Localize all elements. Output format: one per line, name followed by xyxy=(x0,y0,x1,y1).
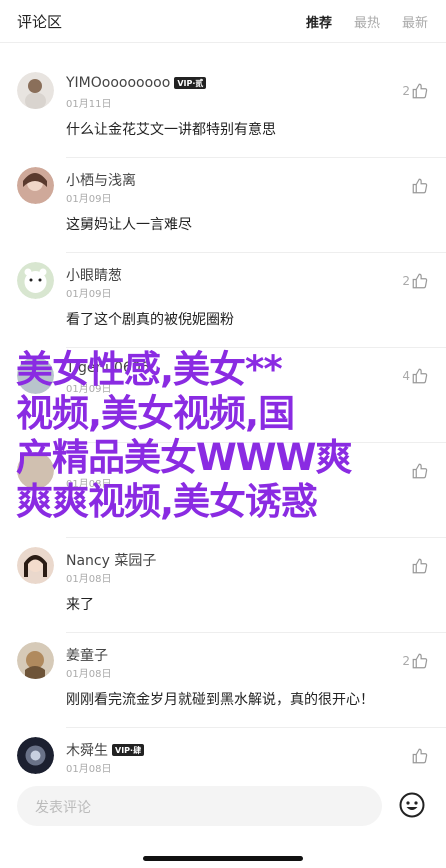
overlay-text: 美女性感,美女** 视频,美女视频,国 产精品美女WWW爽 爽爽视频,美女诱惑 xyxy=(16,348,436,524)
comment-header: 评论区 推荐 最热 最新 xyxy=(0,0,446,43)
comment-text: 什么让金花艾文一讲都特别有意思 xyxy=(66,122,276,138)
divider xyxy=(66,157,446,158)
comment-text: 来了 xyxy=(66,597,94,613)
like-count: 2 xyxy=(402,84,410,98)
thumbs-up-icon xyxy=(412,558,428,574)
like-button[interactable] xyxy=(410,557,429,575)
avatar[interactable] xyxy=(17,642,54,679)
avatar[interactable] xyxy=(17,167,54,204)
comment-input[interactable]: 发表评论 xyxy=(17,786,382,826)
tab-hottest[interactable]: 最热 xyxy=(354,12,380,31)
overlay-line: 美女性感,美女** xyxy=(16,348,283,391)
divider xyxy=(66,632,446,633)
home-indicator xyxy=(143,856,303,861)
divider xyxy=(66,252,446,253)
comment-item: 小栖与浅离 01月09日 这舅妈让人一言难尽 xyxy=(0,165,446,260)
like-button[interactable]: 2 xyxy=(402,82,429,100)
comment-input-placeholder: 发表评论 xyxy=(35,800,91,816)
comment-text: 看了这个剧真的被倪妮圈粉 xyxy=(66,312,234,328)
thumbs-up-icon xyxy=(412,748,428,764)
like-button[interactable] xyxy=(410,177,429,195)
comment-author[interactable]: 姜童子 xyxy=(66,645,108,665)
comment-item: 木舜生 VIP·肆 01月08日 xyxy=(0,735,446,780)
comment-item: 小眼睛葱 01月09日 看了这个剧真的被倪妮圈粉 2 xyxy=(0,260,446,355)
comment-date: 01月09日 xyxy=(66,289,112,300)
avatar[interactable] xyxy=(17,547,54,584)
thumbs-up-icon xyxy=(412,653,428,669)
comment-date: 01月08日 xyxy=(66,669,112,680)
comment-text: 这舅妈让人一言难尽 xyxy=(66,217,192,233)
avatar[interactable] xyxy=(17,262,54,299)
comment-author[interactable]: 小栖与浅离 xyxy=(66,170,136,190)
tab-recommended[interactable]: 推荐 xyxy=(306,12,332,31)
comment-date: 01月11日 xyxy=(66,99,112,110)
comment-author[interactable]: 木舜生 xyxy=(66,740,108,760)
like-button[interactable]: 2 xyxy=(402,652,429,670)
avatar[interactable] xyxy=(17,737,54,774)
comment-author[interactable]: 小眼睛葱 xyxy=(66,265,122,285)
page-title: 评论区 xyxy=(17,12,63,31)
sort-tabs: 推荐 最热 最新 xyxy=(306,12,428,31)
thumbs-up-icon xyxy=(412,83,428,99)
comment-author[interactable]: YIMOoooooooo xyxy=(66,75,170,91)
divider xyxy=(66,727,446,728)
vip-badge: VIP·肆 xyxy=(112,744,145,756)
avatar[interactable] xyxy=(17,72,54,109)
overlay-line: 产精品美女WWW爽 xyxy=(16,436,352,479)
comment-author[interactable]: Nancy 菜园子 xyxy=(66,550,156,570)
comment-item: YIMOoooooooo VIP·贰 01月11日 什么让金花艾文一讲都特别有意… xyxy=(0,70,446,165)
comment-date: 01月08日 xyxy=(66,574,112,585)
divider xyxy=(66,537,446,538)
like-button[interactable] xyxy=(410,747,429,765)
emoji-icon[interactable] xyxy=(399,792,425,818)
overlay-line: 视频,美女视频,国 xyxy=(16,392,295,435)
like-count: 2 xyxy=(402,654,410,668)
comment-date: 01月09日 xyxy=(66,194,112,205)
overlay-line: 爽爽视频,美女诱惑 xyxy=(16,480,318,523)
comment-date: 01月08日 xyxy=(66,764,112,775)
comment-item: 姜童子 01月08日 刚刚看完流金岁月就碰到黑水解说，真的很开心！ 2 xyxy=(0,640,446,735)
like-button[interactable]: 2 xyxy=(402,272,429,290)
comment-text: 刚刚看完流金岁月就碰到黑水解说，真的很开心！ xyxy=(66,692,374,708)
like-count: 2 xyxy=(402,274,410,288)
tab-newest[interactable]: 最新 xyxy=(402,12,428,31)
thumbs-up-icon xyxy=(412,273,428,289)
comment-item: Nancy 菜园子 01月08日 来了 xyxy=(0,545,446,640)
comment-input-bar: 发表评论 xyxy=(0,776,446,868)
vip-badge: VIP·贰 xyxy=(174,77,207,89)
thumbs-up-icon xyxy=(412,178,428,194)
